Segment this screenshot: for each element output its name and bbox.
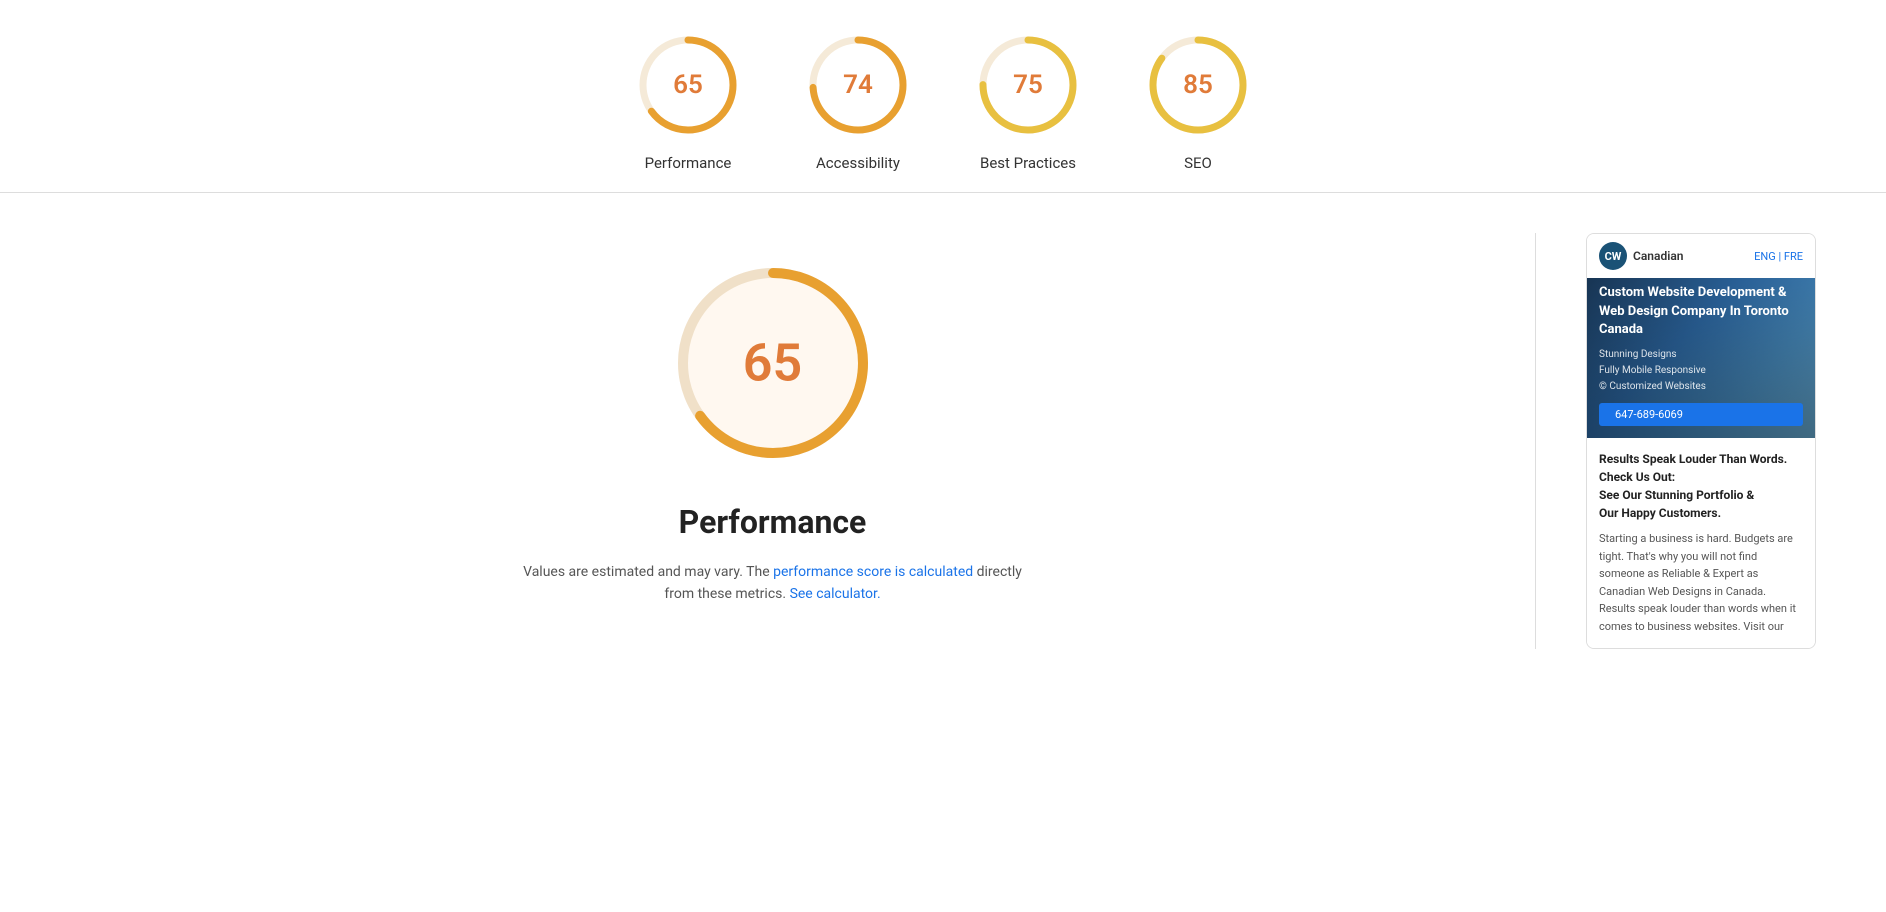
ad-tagline: Results Speak Louder Than Words. Check U… xyxy=(1599,450,1803,522)
ad-feature1: Stunning Designs xyxy=(1599,347,1803,363)
score-label-performance: Performance xyxy=(645,154,732,172)
score-item-accessibility: 74 Accessibility xyxy=(803,30,913,172)
ad-feature2: Fully Mobile Responsive xyxy=(1599,363,1803,379)
score-label-seo: SEO xyxy=(1184,154,1212,172)
calculator-link[interactable]: See calculator. xyxy=(790,586,881,602)
score-item-best-practices: 75 Best Practices xyxy=(973,30,1083,172)
ad-logo-text: Canadian xyxy=(1633,249,1683,263)
score-number-best-practices: 75 xyxy=(1013,70,1043,100)
vertical-divider xyxy=(1535,233,1536,649)
main-content: 65 Performance Values are estimated and … xyxy=(0,193,1886,689)
right-panel: CW Canadian ENG | FRE Custom Website Dev… xyxy=(1586,233,1826,649)
left-panel: 65 Performance Values are estimated and … xyxy=(60,233,1485,649)
description-static: Values are estimated and may vary. The xyxy=(523,564,773,580)
score-item-performance: 65 Performance xyxy=(633,30,743,172)
scores-bar: 65 Performance 74 Accessibility 75 Best … xyxy=(0,0,1886,193)
ad-phone-btn[interactable]: 647-689-6069 xyxy=(1599,403,1803,426)
score-ring-performance: 65 xyxy=(633,30,743,140)
ad-lang[interactable]: ENG | FRE xyxy=(1754,250,1803,263)
ad-logo: CW Canadian xyxy=(1599,242,1683,270)
ad-headline: Custom Website Development & Web Design … xyxy=(1599,284,1803,339)
ad-feature3: © Customized Websites xyxy=(1599,379,1803,395)
score-ring-accessibility: 74 xyxy=(803,30,913,140)
score-label-accessibility: Accessibility xyxy=(816,154,900,172)
ad-body: Starting a business is hard. Budgets are… xyxy=(1599,530,1803,636)
ad-card-header: CW Canadian ENG | FRE xyxy=(1587,234,1815,278)
performance-score-link[interactable]: performance score is calculated xyxy=(773,564,973,580)
ad-features: Stunning Designs Fully Mobile Responsive… xyxy=(1599,347,1803,395)
ad-card: CW Canadian ENG | FRE Custom Website Dev… xyxy=(1586,233,1816,649)
score-ring-best-practices: 75 xyxy=(973,30,1083,140)
large-gauge: 65 xyxy=(663,253,883,473)
large-gauge-number: 65 xyxy=(743,333,802,394)
score-number-seo: 85 xyxy=(1183,70,1213,100)
score-label-best-practices: Best Practices xyxy=(980,154,1076,172)
large-score-title: Performance xyxy=(679,503,867,541)
ad-card-image: Custom Website Development & Web Design … xyxy=(1587,278,1815,438)
score-number-accessibility: 74 xyxy=(843,70,873,100)
score-description: Values are estimated and may vary. The p… xyxy=(523,561,1023,606)
score-item-seo: 85 SEO xyxy=(1143,30,1253,172)
ad-logo-icon: CW xyxy=(1599,242,1627,270)
score-ring-seo: 85 xyxy=(1143,30,1253,140)
ad-logo-abbr: CW xyxy=(1605,250,1622,263)
ad-footer: Results Speak Louder Than Words. Check U… xyxy=(1587,438,1815,648)
score-number-performance: 65 xyxy=(673,70,703,100)
